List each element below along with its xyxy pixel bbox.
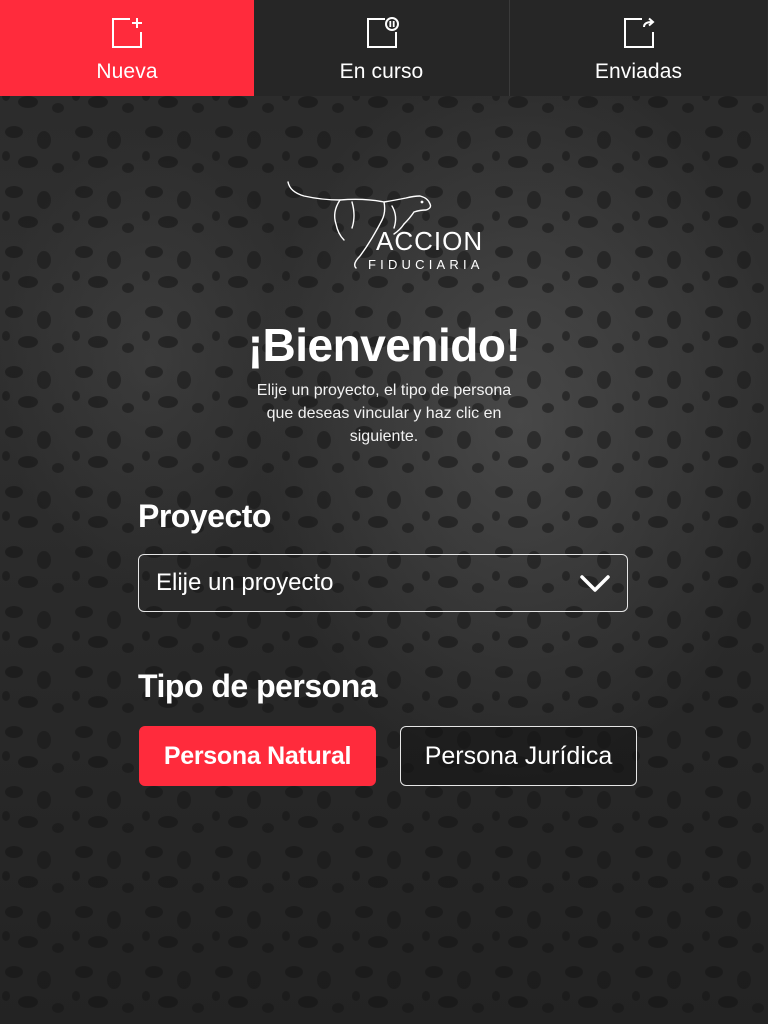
tab-enviadas-label: Enviadas	[594, 60, 683, 83]
sent-document-icon	[623, 17, 655, 48]
tab-en-curso[interactable]: En curso	[254, 0, 510, 96]
project-label: Proyecto	[138, 498, 271, 534]
project-select-value: Elije un proyecto	[156, 569, 334, 596]
top-tab-bar: Nueva En curso Enviadas	[0, 0, 768, 96]
welcome-title: ¡Bienvenido!	[247, 319, 521, 371]
tab-nueva-label: Nueva	[96, 60, 158, 83]
welcome-subtitle: Elije un proyecto, el tipo de persona qu…	[256, 382, 512, 445]
new-document-icon	[112, 18, 142, 48]
person-type-label: Tipo de persona	[138, 668, 378, 704]
project-select[interactable]: Elije un proyecto	[138, 554, 628, 612]
main-content: ACCION FIDUCIARIA ¡Bienvenido! Elije un …	[0, 96, 768, 1024]
paused-document-icon	[366, 17, 399, 48]
accion-fiduciaria-logo: ACCION FIDUCIARIA	[287, 181, 484, 272]
logo-name-line1: ACCION	[376, 226, 483, 256]
chevron-down-icon	[580, 575, 610, 592]
tab-en-curso-label: En curso	[339, 60, 424, 83]
persona-natural-button[interactable]: Persona Natural	[139, 726, 376, 786]
persona-juridica-button[interactable]: Persona Jurídica	[400, 726, 637, 786]
tab-nueva[interactable]: Nueva	[0, 0, 254, 96]
logo-name-line2: FIDUCIARIA	[368, 257, 484, 272]
tab-enviadas[interactable]: Enviadas	[510, 0, 767, 96]
